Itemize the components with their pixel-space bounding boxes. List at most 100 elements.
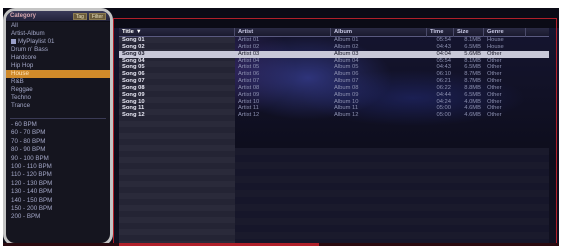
- bpm-range-item[interactable]: - 60 BPM: [6, 121, 110, 129]
- category-item[interactable]: Hip Hop: [6, 62, 110, 70]
- table-row[interactable]: Song 09 Artist 09 Album 09 04:44 6.5MB Other: [119, 92, 549, 99]
- cell-album: Album 09: [334, 91, 359, 98]
- cell-artist: Artist 04: [238, 57, 260, 64]
- cell-artist: Artist 12: [238, 112, 260, 119]
- table-row[interactable]: Song 11 Artist 11 Album 11 05:00 4.6MB Other: [119, 105, 549, 112]
- bpm-range-item[interactable]: 60 - 70 BPM: [6, 129, 110, 137]
- cell-album: Album 10: [334, 98, 359, 105]
- cell-size: 4.6MB: [464, 105, 481, 112]
- bpm-range-item[interactable]: 70 - 80 BPM: [6, 138, 110, 146]
- bpm-range-item[interactable]: 90 - 100 BPM: [6, 155, 110, 163]
- cell-album: Album 01: [334, 37, 359, 43]
- category-item[interactable]: Drum n' Bass: [6, 46, 110, 54]
- cell-time: 04:43: [436, 64, 451, 71]
- bpm-range-item[interactable]: 100 - 110 BPM: [6, 163, 110, 171]
- column-header-album[interactable]: Album: [331, 28, 427, 37]
- column-header-label: Album: [334, 29, 353, 35]
- column-header-title[interactable]: Title ▼: [119, 28, 235, 37]
- horizontal-scrollbar[interactable]: [3, 243, 559, 246]
- cell-size: 6.5MB: [464, 43, 481, 50]
- cell-genre: Other: [487, 50, 502, 57]
- category-item[interactable]: House: [6, 70, 110, 78]
- cell-artist: Artist 01: [238, 37, 260, 43]
- table-row[interactable]: Song 02 Artist 02 Album 02 04:43 6.5MB House: [119, 44, 549, 51]
- table-row[interactable]: Song 03 Artist 03 Album 03 04:04 5.6MB Other: [119, 50, 549, 58]
- table-row[interactable]: Song 08 Artist 08 Album 08 06:22 8.8MB Other: [119, 85, 549, 92]
- cell-size: 5.6MB: [464, 50, 481, 57]
- category-item[interactable]: MyPlaylist 01: [6, 38, 110, 46]
- cell-album: Album 07: [334, 78, 359, 85]
- category-item[interactable]: Techno: [6, 94, 110, 102]
- category-item[interactable]: Artist-Album: [6, 30, 110, 38]
- cell-album: Album 11: [334, 105, 359, 112]
- cell-size: 6.5MB: [464, 91, 481, 98]
- table-row[interactable]: Song 07 Artist 07 Album 07 06:21 8.7MB Other: [119, 78, 549, 85]
- bpm-range-item[interactable]: 200 - BPM: [6, 213, 110, 221]
- cell-size: 8.7MB: [464, 78, 481, 85]
- cell-artist: Artist 11: [238, 105, 259, 112]
- bpm-range-item[interactable]: 130 - 140 BPM: [6, 188, 110, 196]
- bpm-range-item[interactable]: 110 - 120 BPM: [6, 171, 110, 179]
- column-header-artist[interactable]: Artist: [235, 28, 331, 37]
- track-table: Title ▼ Artist Album Time Size Genre Song 01 Ar…: [119, 28, 549, 246]
- cell-genre: Other: [487, 64, 502, 71]
- cell-size: 4.0MB: [464, 98, 481, 105]
- cell-size: 6.5MB: [464, 64, 481, 71]
- cell-time: 05:00: [436, 112, 451, 119]
- bpm-range-item[interactable]: 140 - 150 BPM: [6, 197, 110, 205]
- table-row[interactable]: Song 01 Artist 01 Album 01 05:54 8.1MB House: [119, 37, 549, 44]
- filter-button[interactable]: Filter: [88, 12, 106, 20]
- cell-time: 05:54: [436, 57, 451, 64]
- bpm-range-item[interactable]: 150 - 200 BPM: [6, 205, 110, 213]
- bpm-range-item[interactable]: 80 - 90 BPM: [6, 146, 110, 154]
- table-row[interactable]: Song 12 Artist 12 Album 12 05:00 4.6MB Other: [119, 112, 549, 119]
- column-header-label: Size: [457, 29, 469, 35]
- cell-size: 8.7MB: [464, 71, 481, 78]
- music-library-window: Category Tag Filter All Artist-Album MyPla…: [3, 8, 559, 246]
- cell-time: 04:24: [436, 98, 451, 105]
- column-header-time[interactable]: Time: [427, 28, 454, 37]
- cell-title: Song 08: [122, 84, 145, 91]
- category-item[interactable]: All: [6, 22, 110, 30]
- bpm-range-item[interactable]: 120 - 130 BPM: [6, 180, 110, 188]
- cell-artist: Artist 10: [238, 98, 260, 105]
- column-header-genre[interactable]: Genre: [484, 28, 526, 37]
- cell-time: 04:04: [436, 50, 451, 57]
- cell-title: Song 12: [122, 112, 145, 119]
- category-item[interactable]: Hardcore: [6, 54, 110, 62]
- category-item[interactable]: R&B: [6, 78, 110, 86]
- cell-genre: House: [487, 43, 504, 50]
- scrollbar-thumb[interactable]: [119, 243, 319, 246]
- cell-genre: Other: [487, 84, 502, 91]
- table-row[interactable]: Song 06 Artist 06 Album 06 06:10 8.7MB Other: [119, 71, 549, 78]
- table-row[interactable]: Song 10 Artist 10 Album 10 04:24 4.0MB Other: [119, 99, 549, 106]
- cell-genre: Other: [487, 57, 502, 64]
- column-header-label: Title: [122, 29, 134, 35]
- cell-size: 8.1MB: [464, 57, 481, 64]
- table-row[interactable]: Song 04 Artist 04 Album 04 05:54 8.1MB Other: [119, 58, 549, 65]
- cell-title: Song 05: [122, 64, 145, 71]
- table-body: Song 01 Artist 01 Album 01 05:54 8.1MB House S…: [119, 37, 549, 119]
- category-label: Artist-Album: [11, 30, 45, 37]
- column-header-label: Genre: [487, 29, 504, 35]
- cell-album: Album 08: [334, 84, 359, 91]
- cell-artist: Artist 02: [238, 43, 260, 50]
- cell-time: 04:44: [436, 91, 451, 98]
- category-label: MyPlaylist 01: [18, 38, 55, 45]
- sidebar-title: Category: [10, 13, 37, 19]
- bpm-list: - 60 BPM 60 - 70 BPM 70 - 80 BPM 80 - 90 BP…: [6, 121, 110, 222]
- cell-artist: Artist 09: [238, 91, 260, 98]
- table-row[interactable]: Song 05 Artist 05 Album 05 04:43 6.5MB Other: [119, 64, 549, 71]
- sidebar-divider: [10, 118, 106, 119]
- cell-album: Album 12: [334, 112, 359, 119]
- cell-genre: Other: [487, 71, 502, 78]
- category-item[interactable]: Trance: [6, 102, 110, 110]
- cell-title: Song 11: [122, 105, 145, 112]
- cell-artist: Artist 08: [238, 84, 260, 91]
- column-header-size[interactable]: Size: [454, 28, 484, 37]
- cell-title: Song 10: [122, 98, 145, 105]
- category-item[interactable]: Reggae: [6, 86, 110, 94]
- category-label: Reggae: [11, 86, 33, 93]
- cell-size: 4.6MB: [464, 112, 481, 119]
- tag-button[interactable]: Tag: [72, 12, 87, 20]
